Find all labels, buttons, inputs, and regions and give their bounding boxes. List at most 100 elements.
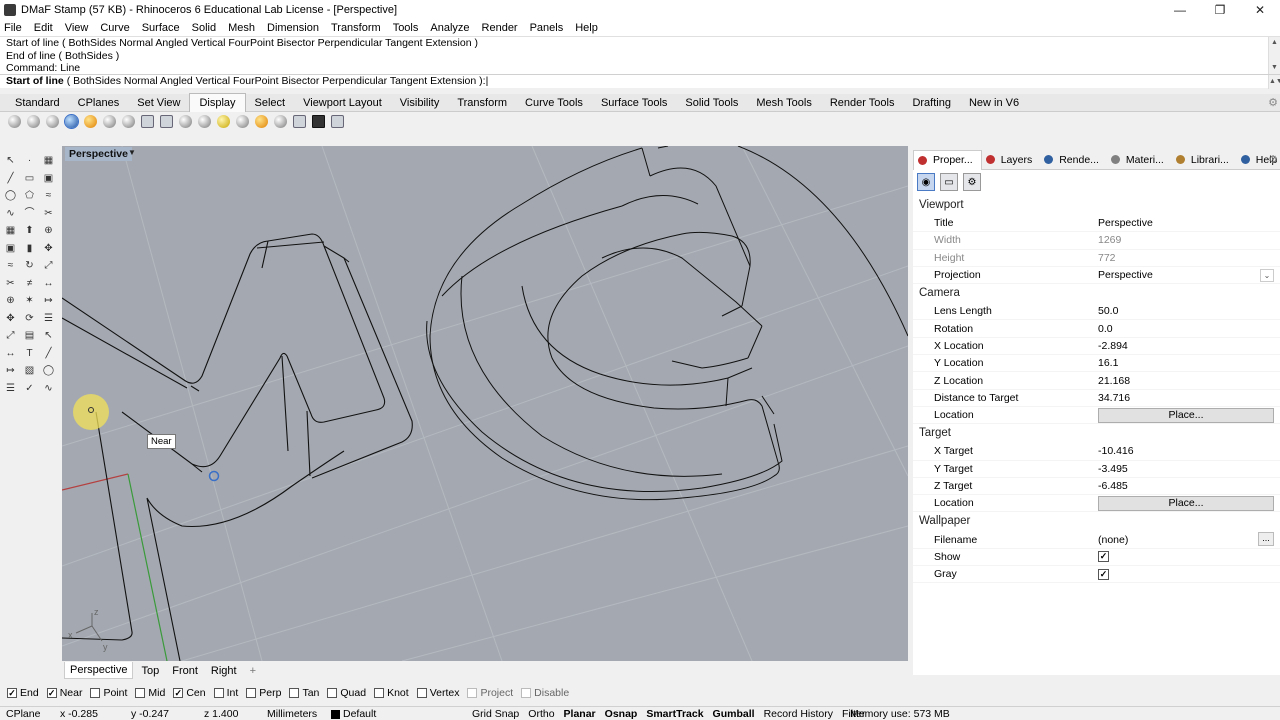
toggle-display-icon[interactable] [331, 115, 344, 128]
osnap-checkbox[interactable] [374, 687, 385, 698]
prompt-scrollbar[interactable]: ▲▼ [1268, 75, 1280, 89]
prompt-options[interactable]: ( BothSides Normal Angled Vertical FourP… [67, 75, 486, 87]
toolbar-tab-set-view[interactable]: Set View [128, 94, 189, 112]
osnap-checkbox[interactable]: ✓ [46, 687, 57, 698]
array-icon-alt[interactable]: ↖ [42, 329, 55, 342]
shade-selected-icon[interactable] [236, 115, 249, 128]
extrude-icon-alt[interactable]: ⊕ [42, 224, 55, 237]
toolbar-tab-solid-tools[interactable]: Solid Tools [676, 94, 747, 112]
curve-icon[interactable]: ∿ [4, 207, 17, 220]
toolbar-tab-mesh-tools[interactable]: Mesh Tools [747, 94, 820, 112]
loft-icon[interactable]: ≈ [4, 259, 17, 272]
rectangle-icon[interactable]: ▭ [23, 172, 36, 185]
prop-value[interactable]: -2.894 [1096, 338, 1280, 354]
point-icon-alt[interactable]: ▦ [42, 154, 55, 167]
prop-value[interactable]: Perspective ⌄ [1096, 267, 1280, 283]
group-icon[interactable]: ▧ [23, 364, 36, 377]
split-icon-alt[interactable]: ↔ [42, 277, 55, 290]
status-toggle-planar[interactable]: Planar [564, 708, 596, 720]
array-icon[interactable]: ▤ [23, 329, 36, 342]
prop-value[interactable]: -3.495 [1096, 461, 1280, 477]
prop-value[interactable]: 34.716 [1096, 390, 1280, 406]
fillet-icon[interactable]: ⌒ [23, 207, 36, 220]
status-toggle-smarttrack[interactable]: SmartTrack [646, 708, 703, 720]
osnap-point[interactable]: Point [90, 687, 127, 699]
join-icon[interactable]: ⊕ [4, 294, 17, 307]
fillet-icon-alt[interactable]: ✂ [42, 207, 55, 220]
cylinder-icon[interactable]: ▮ [23, 242, 36, 255]
arctic-icon[interactable] [160, 115, 173, 128]
menu-item-dimension[interactable]: Dimension [267, 22, 319, 34]
xray-icon[interactable] [84, 115, 97, 128]
view-rectangle-icon[interactable]: ▭ [940, 173, 958, 191]
prop-value[interactable]: Perspective [1096, 215, 1280, 231]
technical-icon[interactable] [103, 115, 116, 128]
osnap-quad[interactable]: Quad [327, 687, 366, 699]
menu-item-transform[interactable]: Transform [331, 22, 381, 34]
point-icon[interactable]: · [23, 154, 36, 167]
place-button[interactable]: Place... [1098, 407, 1274, 423]
viewport-menu-caret-icon[interactable]: ▼ [128, 148, 136, 157]
status-toggle-ortho[interactable]: Ortho [528, 708, 554, 720]
osnap-end[interactable]: ✓ End [7, 687, 39, 699]
dropdown-arrow-icon[interactable]: ⌄ [1260, 268, 1274, 282]
explode-icon[interactable]: ✶ [23, 294, 36, 307]
place-button[interactable]: Place... [1098, 495, 1274, 511]
osnap-checkbox[interactable]: ✓ [7, 687, 17, 698]
rectangle-icon-alt[interactable]: ▣ [42, 172, 55, 185]
ghosted-icon[interactable] [64, 114, 79, 129]
perspective-viewport[interactable]: Perspective ▼ z x y Near [62, 146, 908, 661]
osnap-checkbox[interactable] [327, 687, 338, 698]
history-scrollbar[interactable]: ▲ ▼ [1268, 37, 1280, 74]
dimension-icon[interactable]: ↦ [4, 364, 17, 377]
revolve-icon-alt[interactable]: ⤢ [42, 259, 55, 272]
raytraced-icon[interactable] [179, 115, 192, 128]
menu-item-tools[interactable]: Tools [393, 22, 419, 34]
status-toggle-osnap[interactable]: Osnap [605, 708, 638, 720]
osnap-disable[interactable]: Disable [521, 687, 569, 699]
viewport-tab-right[interactable]: Right [206, 663, 242, 679]
osnap-near[interactable]: ✓ Near [46, 687, 82, 699]
prop-value[interactable]: -10.416 [1096, 443, 1280, 459]
osnap-checkbox[interactable]: ✓ [173, 687, 184, 698]
mirror-icon[interactable]: ↔ [4, 347, 17, 360]
select-icon[interactable]: ↖ [4, 154, 17, 167]
prop-value[interactable]: Place... [1096, 407, 1280, 423]
panel-tab-materi[interactable]: Materi... [1107, 150, 1172, 170]
trim-icon[interactable]: ✂ [4, 277, 17, 290]
polygon-icon[interactable]: ⬠ [23, 189, 36, 202]
toolbar-tab-render-tools[interactable]: Render Tools [821, 94, 904, 112]
print-display-icon[interactable] [293, 115, 306, 128]
group-icon-alt[interactable]: ◯ [42, 364, 55, 377]
osnap-checkbox[interactable] [416, 687, 427, 698]
viewport-tab-front[interactable]: Front [167, 663, 203, 679]
menu-item-file[interactable]: File [4, 22, 22, 34]
wireframe-icon[interactable] [8, 115, 21, 128]
layer-icon[interactable]: ☰ [4, 382, 17, 395]
menu-item-surface[interactable]: Surface [142, 22, 180, 34]
osnap-int[interactable]: Int [213, 687, 238, 699]
scale-icon[interactable]: ⤢ [4, 329, 17, 342]
prop-checkbox[interactable]: ✓ [1098, 568, 1109, 580]
split-icon[interactable]: ≠ [23, 277, 36, 290]
menu-item-mesh[interactable]: Mesh [228, 22, 255, 34]
status-toggle-grid-snap[interactable]: Grid Snap [472, 708, 519, 720]
status-toggle-gumball[interactable]: Gumball [713, 708, 755, 720]
rotate-icon-alt[interactable]: ☰ [42, 312, 55, 325]
move-icon[interactable]: ✥ [4, 312, 17, 325]
prop-value[interactable]: Place... [1096, 495, 1280, 511]
panel-tab-layers[interactable]: Layers [982, 150, 1041, 170]
osnap-knot[interactable]: Knot [374, 687, 409, 699]
osnap-checkbox[interactable] [467, 687, 478, 698]
toolbar-tab-standard[interactable]: Standard [6, 94, 69, 112]
pen-icon[interactable] [141, 115, 154, 128]
prop-value[interactable]: 0.0 [1096, 320, 1280, 336]
polygon-icon-alt[interactable]: ≈ [42, 189, 55, 202]
panel-tab-rende[interactable]: Rende... [1040, 150, 1107, 170]
surface-icon[interactable]: ▦ [4, 224, 17, 237]
panel-gear-icon[interactable]: ⚙ [1268, 153, 1278, 166]
custom-display-icon[interactable] [198, 115, 211, 128]
toolbar-tab-curve-tools[interactable]: Curve Tools [516, 94, 592, 112]
prop-value[interactable]: ✓ [1096, 566, 1280, 582]
toolbar-tab-cplanes[interactable]: CPlanes [69, 94, 129, 112]
